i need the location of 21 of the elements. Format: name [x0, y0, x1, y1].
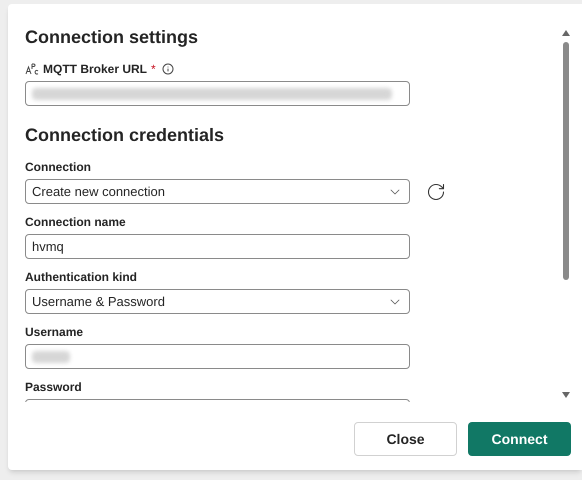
dropdown[interactable]: Create new connection — [25, 179, 410, 204]
connect-button[interactable]: Connect — [468, 422, 571, 456]
field-label: Connection name — [25, 214, 126, 231]
field-label: Password — [25, 379, 82, 396]
field-label: Username — [25, 324, 84, 341]
required-mark: * — [151, 61, 156, 78]
section-heading: Connection credentials — [25, 124, 224, 147]
field-label: MQTT Broker URL — [43, 61, 148, 78]
input-field[interactable] — [25, 344, 410, 369]
field-label: Connection — [25, 159, 91, 176]
close-button[interactable]: Close — [354, 422, 457, 456]
scroll-down-icon[interactable] — [562, 392, 570, 398]
dropdown[interactable]: Username & Password — [25, 289, 410, 314]
scrollbar[interactable] — [562, 30, 570, 398]
input-field[interactable]: hvmq — [25, 234, 410, 259]
input-field[interactable] — [25, 81, 410, 106]
section-heading: Connection settings — [25, 26, 198, 49]
field-label: Authentication kind — [25, 269, 137, 286]
info-icon[interactable] — [162, 63, 174, 75]
scroll-up-icon[interactable] — [562, 30, 570, 36]
refresh-icon[interactable] — [426, 182, 446, 202]
